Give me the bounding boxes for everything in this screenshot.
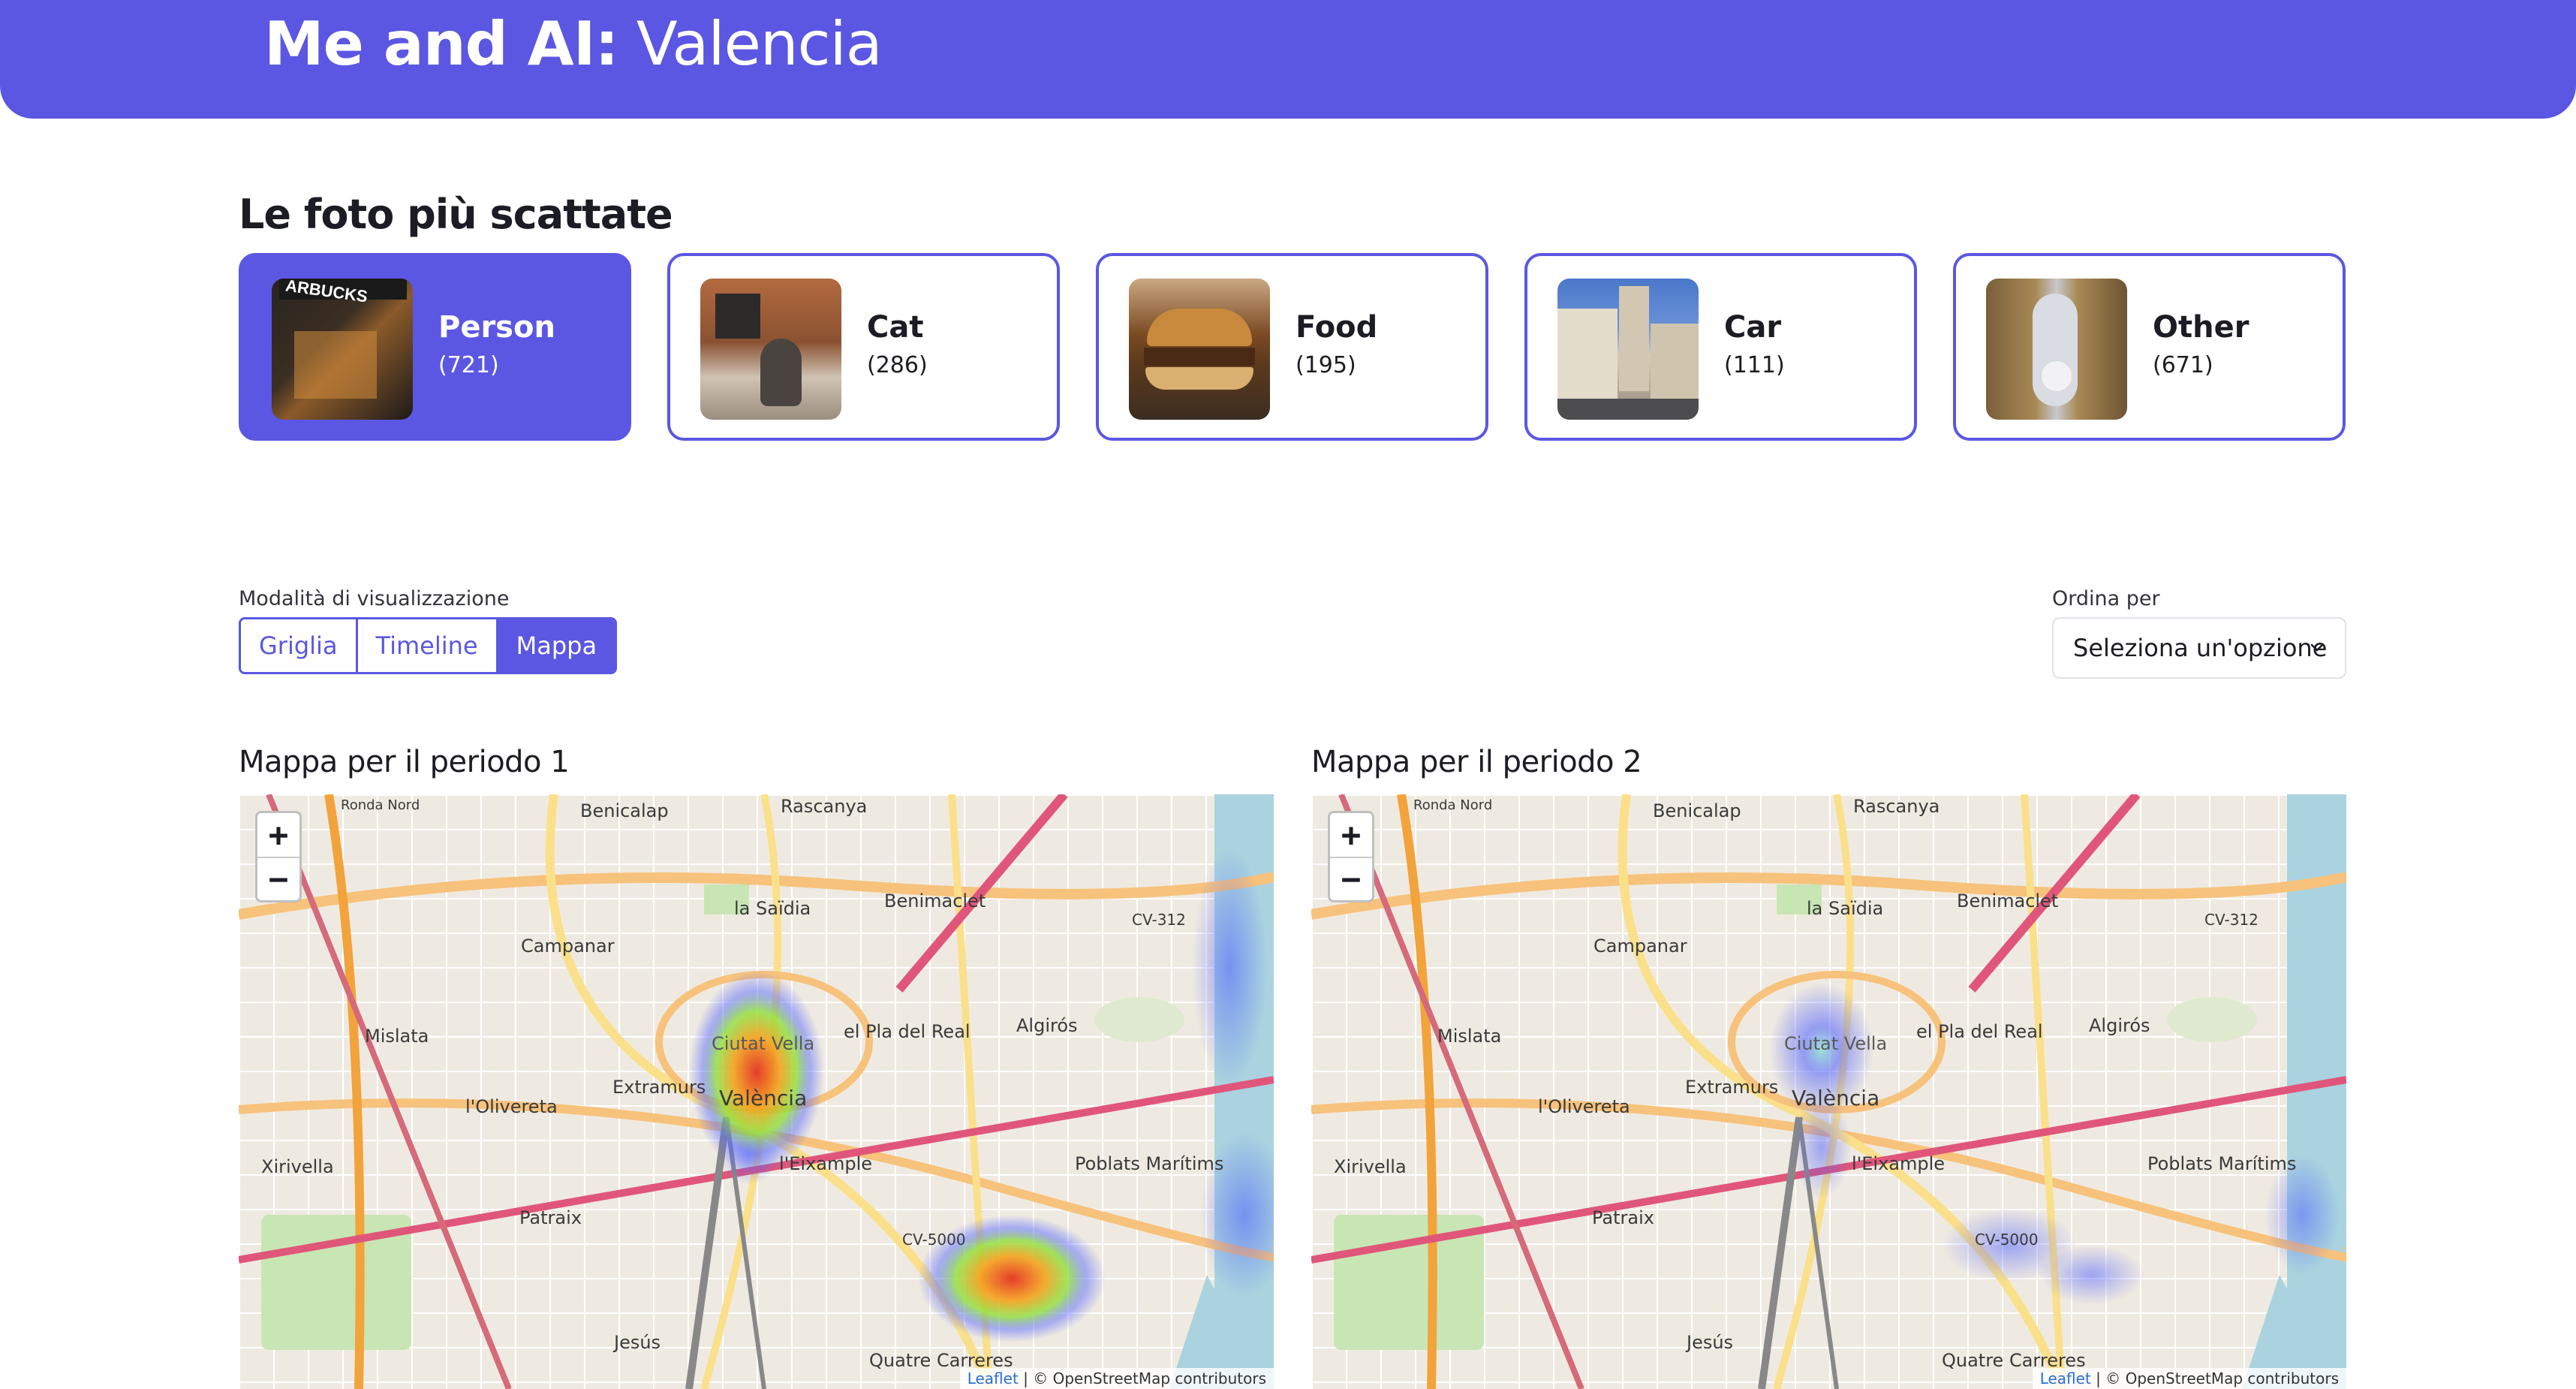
map-label: CV-312 bbox=[1132, 911, 1186, 929]
map-label: la Saïdia bbox=[734, 898, 811, 919]
sort-select-value: Seleziona un'opzione bbox=[2073, 634, 2328, 662]
starbucks-storefront-photo: ARBUCKS bbox=[272, 279, 413, 420]
map-label: Patraix bbox=[1592, 1207, 1654, 1228]
page-title-city: Valencia bbox=[618, 9, 883, 79]
category-card-food[interactable]: Food (195) bbox=[1096, 253, 1488, 441]
map-period-2[interactable]: Benicalap Rascanya la Saïdia Benimaclet … bbox=[1311, 794, 2346, 1389]
category-count: (671) bbox=[2153, 352, 2213, 378]
burger-photo bbox=[1129, 279, 1270, 420]
category-card-other[interactable]: Other (671) bbox=[1953, 253, 2346, 441]
category-name: Food bbox=[1296, 310, 1378, 345]
zoom-out-button[interactable]: − bbox=[1330, 857, 1372, 900]
map-label: Ciutat Vella bbox=[712, 1033, 814, 1054]
zoom-in-button[interactable]: + bbox=[257, 813, 299, 857]
map-label: el Pla del Real bbox=[844, 1021, 971, 1042]
app-header: Me and AI: Valencia bbox=[0, 0, 2576, 119]
map-label: Benicalap bbox=[580, 800, 669, 821]
map-zoom-control: + − bbox=[1328, 811, 1374, 902]
section-title: Le foto più scattate bbox=[239, 191, 673, 238]
sort-label: Ordina per bbox=[2052, 587, 2160, 610]
view-mode-timeline-button[interactable]: Timeline bbox=[357, 619, 498, 672]
map-label: el Pla del Real bbox=[1916, 1021, 2043, 1042]
map-zoom-control: + − bbox=[255, 811, 302, 902]
map-label: Algirós bbox=[1016, 1015, 1078, 1036]
chevron-down-icon bbox=[2310, 643, 2324, 652]
map-label: Algirós bbox=[2089, 1015, 2150, 1036]
map-label: Mislata bbox=[365, 1026, 429, 1047]
map-label: CV-5000 bbox=[902, 1231, 966, 1249]
map-label: Rascanya bbox=[1853, 796, 1940, 817]
category-card-car[interactable]: Car (111) bbox=[1524, 253, 1917, 441]
map-label: Mislata bbox=[1437, 1026, 1501, 1047]
map-tiles: Benicalap Rascanya la Saïdia Benimaclet … bbox=[1311, 794, 2346, 1389]
category-card-person[interactable]: ARBUCKS Person (721) bbox=[239, 253, 631, 441]
map-label: Poblats Marítims bbox=[2147, 1153, 2296, 1174]
category-count: (111) bbox=[1724, 352, 1785, 378]
attribution-text: | © OpenStreetMap contributors bbox=[2090, 1369, 2339, 1387]
cat-in-living-room-photo bbox=[700, 279, 841, 420]
map-label: CV-5000 bbox=[1975, 1231, 2039, 1249]
map-label: Jesús bbox=[612, 1332, 661, 1353]
map-label: Jesús bbox=[1685, 1332, 1733, 1353]
map-label: Campanar bbox=[521, 936, 615, 957]
category-count: (286) bbox=[867, 352, 928, 378]
map-label: Ciutat Vella bbox=[1784, 1033, 1887, 1054]
attribution-text: | © OpenStreetMap contributors bbox=[1018, 1369, 1266, 1387]
page-title: Me and AI: Valencia bbox=[264, 9, 883, 79]
zoom-out-button[interactable]: − bbox=[257, 857, 299, 900]
map-label: l'Eixample bbox=[779, 1153, 872, 1174]
map-label: València bbox=[719, 1086, 807, 1110]
map-attribution: Leaflet | © OpenStreetMap contributors bbox=[2032, 1368, 2346, 1389]
map-label: CV-312 bbox=[2204, 911, 2259, 929]
category-card-cat[interactable]: Cat (286) bbox=[667, 253, 1060, 441]
map-label: Poblats Marítims bbox=[1075, 1153, 1223, 1174]
view-mode-mappa-button[interactable]: Mappa bbox=[498, 619, 615, 672]
map-label: Benimaclet bbox=[884, 890, 986, 911]
view-mode-label: Modalità di visualizzazione bbox=[239, 587, 510, 610]
city-street-building-photo bbox=[1557, 279, 1699, 420]
zoom-in-button[interactable]: + bbox=[1330, 813, 1372, 857]
map-attribution: Leaflet | © OpenStreetMap contributors bbox=[959, 1368, 1274, 1389]
map-label: Patraix bbox=[519, 1207, 582, 1228]
category-count: (721) bbox=[438, 352, 499, 378]
map-period-1[interactable]: Benicalap Rascanya la Saïdia Benimaclet … bbox=[239, 794, 1274, 1389]
map-label: Extramurs bbox=[612, 1077, 706, 1098]
map-label: l'Eixample bbox=[1852, 1153, 1945, 1174]
category-cards: ARBUCKS Person (721) Cat (286) Food (195… bbox=[239, 253, 2346, 441]
map-label: Xirivella bbox=[1334, 1156, 1407, 1177]
map-title-period-2: Mappa per il periodo 2 bbox=[1311, 745, 1642, 779]
map-label: l'Olivereta bbox=[465, 1096, 558, 1117]
category-name: Person bbox=[438, 310, 555, 345]
map-label: València bbox=[1792, 1086, 1879, 1110]
category-name: Car bbox=[1724, 310, 1782, 345]
map-label: l'Olivereta bbox=[1538, 1096, 1630, 1117]
leaflet-link[interactable]: Leaflet bbox=[2040, 1369, 2091, 1387]
map-label: Benimaclet bbox=[1957, 890, 2058, 911]
page-title-bold: Me and AI: bbox=[264, 9, 618, 79]
category-name: Other bbox=[2153, 310, 2249, 345]
sort-select[interactable]: Seleziona un'opzione bbox=[2052, 617, 2346, 679]
map-label: Ronda Nord bbox=[1413, 797, 1492, 813]
cat-on-wooden-floor-photo bbox=[1986, 279, 2127, 420]
map-label: la Saïdia bbox=[1807, 898, 1883, 919]
map-label: Campanar bbox=[1593, 936, 1687, 957]
map-title-period-1: Mappa per il periodo 1 bbox=[239, 745, 570, 779]
map-tiles: Benicalap Rascanya la Saïdia Benimaclet … bbox=[239, 794, 1274, 1389]
category-count: (195) bbox=[1296, 352, 1356, 378]
view-mode-toggle: Griglia Timeline Mappa bbox=[239, 617, 618, 674]
map-label: Ronda Nord bbox=[341, 797, 420, 813]
map-label: Rascanya bbox=[781, 796, 867, 817]
map-label: Xirivella bbox=[261, 1156, 334, 1177]
category-name: Cat bbox=[867, 310, 924, 345]
leaflet-link[interactable]: Leaflet bbox=[968, 1369, 1019, 1387]
map-label: Extramurs bbox=[1685, 1077, 1778, 1098]
view-mode-griglia-button[interactable]: Griglia bbox=[241, 619, 358, 672]
map-label: Benicalap bbox=[1653, 800, 1741, 821]
